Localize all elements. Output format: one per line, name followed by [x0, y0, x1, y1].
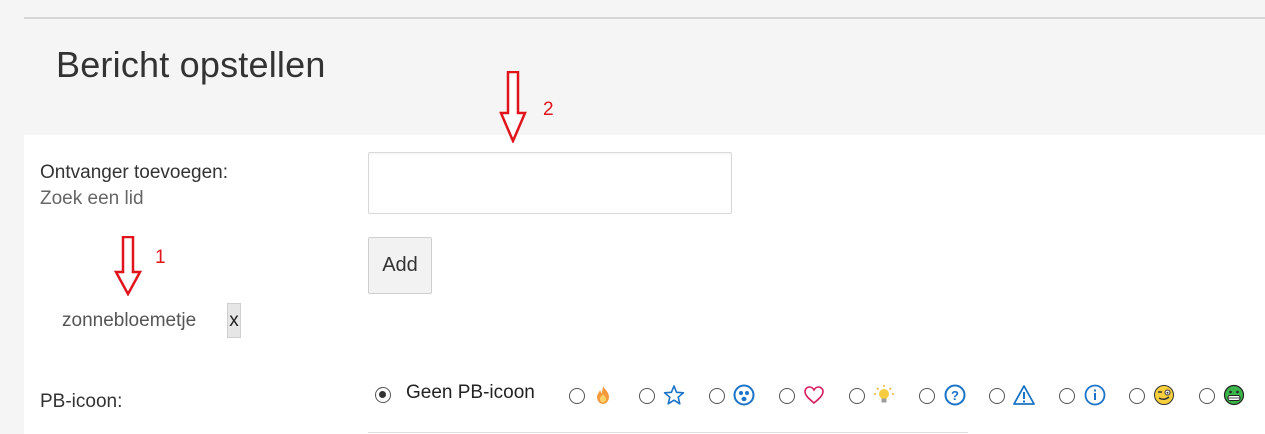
selected-recipient-name: zonnebloemetje [62, 310, 197, 331]
remove-recipient-button[interactable]: x [227, 303, 241, 338]
top-divider [24, 17, 1265, 19]
warning-icon [1013, 385, 1035, 405]
pb-icon-info-radio[interactable] [1059, 388, 1075, 404]
add-recipient-button[interactable]: Add [368, 237, 432, 294]
annotation-arrow-2 [499, 71, 527, 143]
heart-icon [804, 386, 824, 405]
pb-icon-fire-radio[interactable] [569, 388, 585, 404]
pb-icon-warning-radio[interactable] [989, 388, 1005, 404]
svg-text:?: ? [951, 388, 959, 403]
fire-icon [597, 386, 609, 404]
wink-face-icon [1154, 385, 1174, 405]
pb-icon-none-label: Geen PB-icoon [406, 382, 535, 403]
star-icon [663, 385, 685, 405]
pb-icon-none-radio[interactable] [375, 387, 391, 403]
recipient-hint: Zoek een lid [40, 188, 144, 209]
info-icon [1084, 384, 1106, 406]
pb-icon-grin-radio[interactable] [1199, 388, 1215, 404]
lightbulb-icon [874, 385, 894, 403]
question-icon: ? [944, 384, 966, 406]
page-title: Bericht opstellen [56, 44, 326, 85]
annotation-arrow-1 [114, 236, 142, 296]
recipient-label: Ontvanger toevoegen: [40, 162, 229, 183]
grin-face-icon [1223, 384, 1245, 406]
worried-face-icon [733, 384, 755, 406]
pb-icon-worried-radio[interactable] [709, 388, 725, 404]
form-divider [368, 432, 968, 433]
pb-icon-wink-radio[interactable] [1129, 388, 1145, 404]
recipient-search-input[interactable] [368, 152, 732, 214]
annotation-label-1: 1 [155, 247, 166, 268]
pb-icon-lightbulb-radio[interactable] [849, 388, 865, 404]
pb-icon-label: PB-icoon: [40, 391, 123, 412]
pb-icon-star-radio[interactable] [639, 388, 655, 404]
pb-icon-question-radio[interactable] [919, 388, 935, 404]
annotation-label-2: 2 [543, 99, 554, 120]
pb-icon-heart-radio[interactable] [779, 388, 795, 404]
